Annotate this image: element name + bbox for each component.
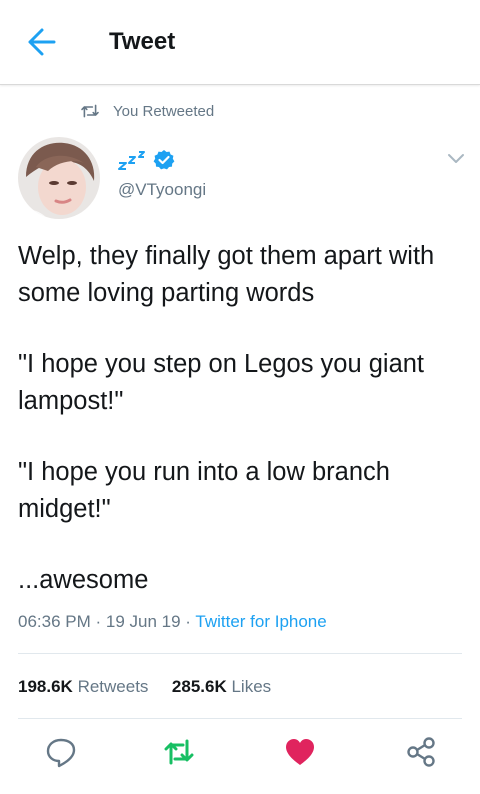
meta-separator: · — [180, 612, 196, 631]
back-button[interactable] — [22, 24, 62, 60]
display-name-row[interactable] — [118, 149, 175, 171]
retweet-icon — [81, 104, 99, 118]
tweet-menu-button[interactable] — [446, 151, 466, 167]
share-icon — [407, 737, 435, 767]
divider — [18, 718, 462, 719]
tweet-client-link[interactable]: Twitter for Iphone — [195, 612, 326, 631]
tweet-paragraph: Welp, they finally got them apart with s… — [18, 242, 435, 307]
tweet-paragraph: "I hope you step on Legos you giant lamp… — [18, 350, 425, 415]
heart-icon — [286, 739, 314, 765]
profile-photo — [18, 137, 100, 219]
likes-stat[interactable]: 285.6K Likes — [172, 677, 271, 696]
verified-badge-icon — [153, 150, 175, 170]
retweet-button[interactable] — [163, 736, 195, 768]
tweet-date: 19 Jun 19 — [105, 612, 181, 631]
retweets-stat[interactable]: 198.6K Retweets — [18, 677, 148, 696]
user-handle[interactable]: @VTyoongi — [118, 180, 206, 200]
zzz-sleeping-emoji — [118, 151, 145, 170]
like-button[interactable] — [284, 736, 316, 768]
avatar[interactable] — [18, 137, 100, 219]
retweet-context: You Retweeted — [80, 101, 214, 121]
tweet-paragraph: ...awesome — [18, 566, 149, 594]
retweets-count: 198.6K — [18, 677, 73, 696]
share-button[interactable] — [405, 736, 437, 768]
tweet-meta: 06:36 PM · 19 Jun 19 · Twitter for Iphon… — [18, 612, 327, 632]
page-title: Tweet — [109, 28, 176, 55]
chevron-down-icon — [448, 154, 464, 163]
reply-bubble-icon — [46, 738, 76, 768]
likes-label: Likes — [231, 677, 272, 696]
retweets-label: Retweets — [77, 677, 149, 696]
tweet-paragraph: "I hope you run into a low branch midget… — [18, 458, 390, 523]
reply-button[interactable] — [45, 736, 77, 768]
likes-count: 285.6K — [171, 677, 227, 696]
divider — [18, 653, 462, 654]
tweet-time: 06:36 PM — [18, 612, 91, 631]
tweet-stats: 198.6K Retweets 285.6K Likes — [18, 677, 271, 697]
arrow-left-icon — [28, 28, 56, 56]
tweet-text: Welp, they finally got them apart with s… — [18, 238, 468, 599]
retweet-context-text: You Retweeted — [113, 102, 215, 120]
retweet-icon — [164, 739, 194, 765]
meta-separator: · — [90, 612, 106, 631]
top-bar: Tweet — [0, 0, 480, 85]
